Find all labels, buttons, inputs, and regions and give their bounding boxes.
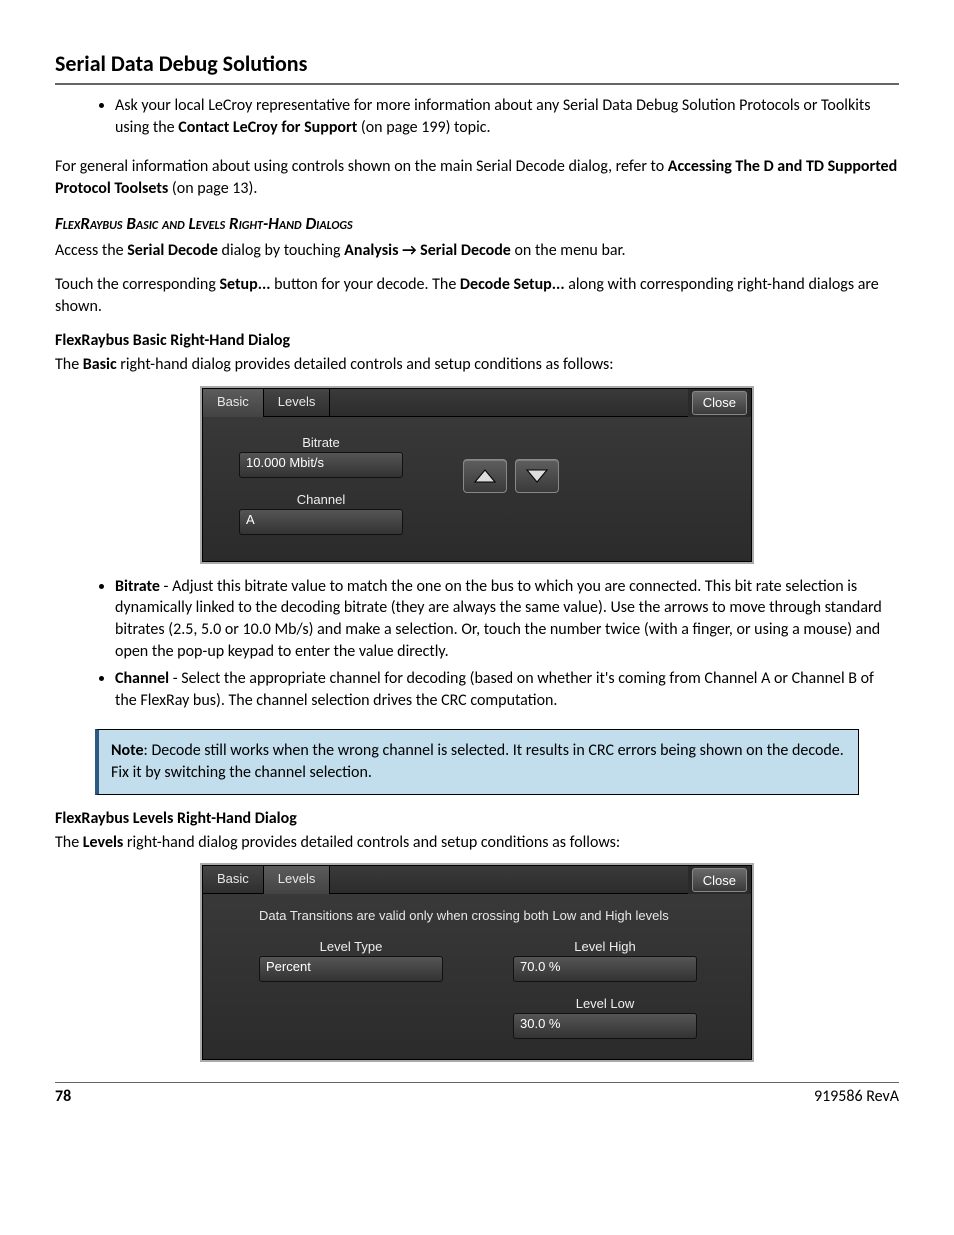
acc-b: Serial Decode — [127, 241, 218, 260]
level-high-label: Level High — [513, 939, 697, 954]
acc-e: on the menu bar. — [511, 241, 626, 260]
channel-group: Channel A — [239, 492, 403, 535]
level-type-label: Level Type — [259, 939, 443, 954]
bdi-b: Basic — [83, 355, 117, 374]
basic-dialog-intro: The Basic right-hand dialog provides det… — [55, 354, 899, 376]
close-button[interactable]: Close — [692, 391, 747, 415]
dialog-tabs-2: Basic Levels Close — [203, 866, 751, 894]
setup-paragraph: Touch the corresponding Setup... button … — [55, 274, 899, 317]
level-low-group: Level Low 30.0 % — [513, 996, 697, 1039]
set-a: Touch the corresponding — [55, 275, 219, 294]
set-c: button for your decode. The — [271, 275, 460, 294]
footer-rule — [55, 1082, 899, 1083]
dialog-body: Bitrate 10.000 Mbit/s Channel A — [203, 417, 751, 561]
bitrate-bullet: Bitrate - Adjust this bitrate value to m… — [115, 576, 899, 662]
controls-bullet-list: Bitrate - Adjust this bitrate value to m… — [55, 576, 899, 712]
channel-input[interactable]: A — [239, 509, 403, 535]
tab-basic-2[interactable]: Basic — [203, 866, 264, 894]
note-box: Note: Decode still works when the wrong … — [95, 729, 859, 794]
tab-spacer-2 — [330, 866, 687, 894]
intro-text-bold: Contact LeCroy for Support — [178, 118, 357, 137]
close-button-2[interactable]: Close — [692, 868, 747, 892]
basic-dialog-heading: FlexRaybus Basic Right-Hand Dialog — [55, 331, 899, 350]
title-rule — [55, 83, 899, 85]
ldi-b: Levels — [83, 833, 124, 852]
set-b: Setup... — [219, 275, 270, 294]
geninfo-suffix: (on page 13). — [168, 179, 257, 198]
bitrate-input[interactable]: 10.000 Mbit/s — [239, 452, 403, 478]
acc-c: dialog by touching — [218, 241, 344, 260]
basic-dialog: Basic Levels Close Bitrate 10.000 Mbit/s… — [202, 388, 752, 562]
levels-dialog: Basic Levels Close Data Transitions are … — [202, 865, 752, 1060]
level-type-group: Level Type Percent — [259, 939, 443, 1039]
doc-id: 919586 RevA — [814, 1087, 899, 1106]
intro-text-suffix: (on page 199) topic. — [357, 118, 490, 137]
channel-bullet-label: Channel — [115, 669, 169, 688]
ldi-c: right-hand dialog provides detailed cont… — [123, 833, 620, 852]
dialog-body-2: Data Transitions are valid only when cro… — [203, 894, 751, 1059]
level-high-group: Level High 70.0 % — [513, 939, 697, 982]
intro-bullet-item: Ask your local LeCroy representative for… — [115, 95, 899, 138]
general-info-paragraph: For general information about using cont… — [55, 156, 899, 199]
step-buttons — [463, 459, 559, 535]
channel-bullet: Channel - Select the appropriate channel… — [115, 668, 899, 711]
page-title: Serial Data Debug Solutions — [55, 50, 899, 77]
step-down-button[interactable] — [515, 459, 559, 493]
triangle-down-icon — [526, 469, 548, 483]
levels-dialog-intro: The Levels right-hand dialog provides de… — [55, 832, 899, 854]
note-text: : Decode still works when the wrong chan… — [111, 741, 844, 782]
tab-basic[interactable]: Basic — [203, 389, 264, 417]
levels-dialog-heading: FlexRaybus Levels Right-Hand Dialog — [55, 809, 899, 828]
bitrate-group: Bitrate 10.000 Mbit/s — [239, 435, 403, 478]
level-low-label: Level Low — [513, 996, 697, 1011]
geninfo-prefix: For general information about using cont… — [55, 157, 668, 176]
dialog-tabs: Basic Levels Close — [203, 389, 751, 417]
acc-a: Access the — [55, 241, 127, 260]
note-label: Note — [111, 741, 144, 760]
levels-col-right: Level High 70.0 % Level Low 30.0 % — [513, 939, 697, 1039]
channel-bullet-text: - Select the appropriate channel for dec… — [115, 669, 874, 710]
level-type-input[interactable]: Percent — [259, 956, 443, 982]
triangle-up-icon — [474, 469, 496, 483]
tab-levels-2[interactable]: Levels — [264, 866, 331, 894]
bitrate-bullet-text: - Adjust this bitrate value to match the… — [115, 577, 882, 661]
page-footer: 78 919586 RevA — [55, 1087, 899, 1106]
intro-bullet-list: Ask your local LeCroy representative for… — [55, 95, 899, 138]
section-heading-basic-levels: FlexRaybus Basic and Levels Right-Hand D… — [55, 213, 899, 234]
tab-spacer — [330, 389, 687, 417]
dialog-col-left: Bitrate 10.000 Mbit/s Channel A — [239, 435, 403, 535]
levels-row-1: Level Type Percent Level High 70.0 % Lev… — [259, 939, 715, 1039]
bdi-a: The — [55, 355, 83, 374]
bitrate-bullet-label: Bitrate — [115, 577, 160, 596]
level-low-input[interactable]: 30.0 % — [513, 1013, 697, 1039]
access-paragraph: Access the Serial Decode dialog by touch… — [55, 240, 899, 262]
level-high-input[interactable]: 70.0 % — [513, 956, 697, 982]
set-d: Decode Setup... — [460, 275, 565, 294]
bitrate-label: Bitrate — [239, 435, 403, 450]
tab-levels[interactable]: Levels — [264, 389, 331, 417]
step-up-button[interactable] — [463, 459, 507, 493]
bdi-c: right-hand dialog provides detailed cont… — [117, 355, 614, 374]
acc-d: Analysis → Serial Decode — [344, 241, 511, 260]
page-number: 78 — [55, 1087, 71, 1106]
channel-label: Channel — [239, 492, 403, 507]
ldi-a: The — [55, 833, 83, 852]
levels-note-text: Data Transitions are valid only when cro… — [259, 908, 689, 925]
